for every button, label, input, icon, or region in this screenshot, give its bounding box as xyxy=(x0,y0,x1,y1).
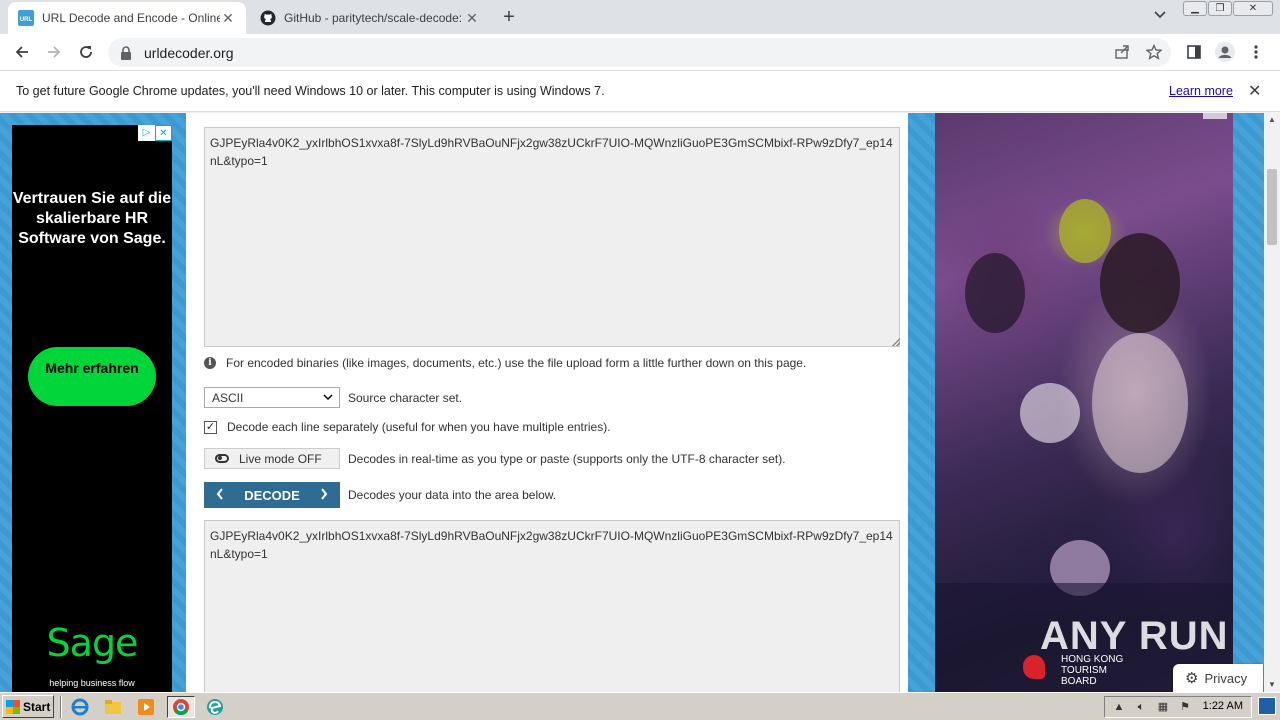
restore-button[interactable]: ❐ xyxy=(1208,1,1232,16)
svg-text:URL: URL xyxy=(20,17,33,23)
tab-github[interactable]: GitHub - paritytech/scale-decode: De ✕ xyxy=(250,2,490,34)
upload-note: i For encoded binaries (like images, doc… xyxy=(204,356,806,370)
input-textarea[interactable]: GJPEyRla4v0K2_yxIrlbhOS1xvxa8f-7SlyLd9hR… xyxy=(204,127,900,347)
live-mode-row: Live mode OFF Decodes in real-time as yo… xyxy=(204,448,786,469)
side-panel-icon[interactable] xyxy=(1184,42,1204,62)
live-mode-description: Decodes in real-time as you type or past… xyxy=(348,451,786,466)
chevron-left-icon xyxy=(216,487,224,503)
urldecoder-favicon: URL xyxy=(18,10,34,26)
profile-avatar-icon[interactable] xyxy=(1215,42,1235,62)
ad-cta-button[interactable]: Mehr erfahren xyxy=(28,347,156,406)
gear-icon: ⚙ xyxy=(1185,670,1199,687)
minimize-button[interactable]: ▁ xyxy=(1183,1,1207,16)
reload-button[interactable] xyxy=(74,40,98,64)
taskbar-separator xyxy=(60,696,62,718)
resize-handle[interactable] xyxy=(892,338,900,346)
learn-more-link[interactable]: Learn more xyxy=(1169,84,1233,98)
github-icon xyxy=(260,10,276,26)
infobar-message: To get future Google Chrome updates, you… xyxy=(16,84,605,98)
live-mode-button[interactable]: Live mode OFF xyxy=(204,448,340,469)
live-mode-label: Live mode OFF xyxy=(239,451,322,466)
decode-button[interactable]: DECODE xyxy=(204,482,340,508)
system-tray: ▲ 🔈︎ ▦ ⚑ 1:22 AM xyxy=(1104,696,1252,718)
menu-kebab-icon[interactable] xyxy=(1246,42,1266,62)
infobar-close-icon[interactable]: ✕ xyxy=(1248,81,1261,101)
clock[interactable]: 1:22 AM xyxy=(1203,700,1243,712)
toggle-icon xyxy=(215,454,229,463)
volume-icon[interactable]: 🔈︎ xyxy=(1133,700,1149,714)
charset-label: Source character set. xyxy=(348,390,463,405)
web-page: ▷ ✕ Vertrauen Sie auf die skalierbare HR… xyxy=(0,113,1264,692)
media-player-icon[interactable] xyxy=(135,696,157,718)
decode-lines-label: Decode each line separately (useful for … xyxy=(227,420,611,434)
lock-icon[interactable] xyxy=(120,45,134,60)
charset-select[interactable]: ASCII xyxy=(204,387,340,408)
ad-headline: Vertrauen Sie auf die skalierbare HR Sof… xyxy=(12,190,172,247)
internet-explorer-icon[interactable] xyxy=(69,696,91,718)
sage-ad[interactable]: ▷ ✕ Vertrauen Sie auf die skalierbare HR… xyxy=(12,125,172,692)
tab-urldecoder[interactable]: URL URL Decode and Encode - Online ✕ xyxy=(8,2,246,34)
decode-lines-checkbox[interactable]: ✓ xyxy=(204,420,217,434)
windows-taskbar: Start ▲ 🔈︎ ▦ ⚑ 1:22 AM xyxy=(0,692,1280,720)
decode-lines-row: ✓ Decode each line separately (useful fo… xyxy=(204,420,611,434)
privacy-label: Privacy xyxy=(1204,670,1248,686)
show-hidden-icons-icon[interactable]: ▲ xyxy=(1111,700,1127,714)
upload-note-text: For encoded binaries (like images, docum… xyxy=(226,356,807,370)
tab-strip: URL URL Decode and Encode - Online ✕ Git… xyxy=(0,0,1280,34)
chevron-right-icon xyxy=(320,487,328,503)
charset-row: ASCII Source character set. xyxy=(204,387,462,408)
anyrun-watermark: ANY RUN xyxy=(1040,614,1229,658)
share-icon[interactable] xyxy=(1112,42,1132,62)
scroll-down-icon[interactable]: ▼ xyxy=(1264,678,1280,692)
adchoices-badge[interactable]: ▷ ✕ xyxy=(138,125,172,141)
decoder-panel: GJPEyRla4v0K2_yxIrlbhOS1xvxa8f-7SlyLd9hR… xyxy=(186,113,908,692)
chevron-down-icon xyxy=(323,393,339,403)
privacy-button[interactable]: ⚙ Privacy xyxy=(1173,664,1263,692)
scroll-thumb[interactable] xyxy=(1267,169,1277,245)
close-window-button[interactable]: ✕ xyxy=(1233,1,1273,16)
action-center-flag-icon[interactable]: ⚑ xyxy=(1177,700,1193,714)
hong-kong-tourism-ad[interactable]: HONG KONG TOURISM BOARD xyxy=(935,113,1233,692)
output-textarea[interactable]: GJPEyRla4v0K2_yxIrlbhOS1xvxa8f-7SlyLd9hR… xyxy=(204,520,900,692)
tab-title: GitHub - paritytech/scale-decode: De xyxy=(284,11,464,25)
party-scene-image xyxy=(935,199,1233,692)
url-text: urldecoder.org xyxy=(144,44,234,61)
adchoices-icon[interactable]: ▷ xyxy=(138,125,155,141)
tab-search-icon[interactable] xyxy=(1153,9,1167,23)
browser-toolbar: urldecoder.org xyxy=(0,34,1280,71)
network-icon[interactable]: ▦ xyxy=(1155,700,1171,714)
ad-tagline: helping business flow xyxy=(49,678,135,688)
chrome-icon[interactable] xyxy=(167,696,195,718)
decode-label: DECODE xyxy=(244,487,300,503)
show-desktop-icon[interactable] xyxy=(1258,697,1276,715)
close-tab-icon[interactable]: ✕ xyxy=(464,10,480,26)
forward-button[interactable] xyxy=(42,40,66,64)
back-button[interactable] xyxy=(10,40,34,64)
file-explorer-icon[interactable] xyxy=(102,696,124,718)
decode-description: Decodes your data into the area below. xyxy=(348,488,557,502)
close-tab-icon[interactable]: ✕ xyxy=(220,10,236,26)
ad-close-icon[interactable]: ✕ xyxy=(155,125,172,141)
page-scrollbar[interactable]: ▲ ▼ xyxy=(1264,113,1280,692)
windows-flag-icon xyxy=(6,699,20,714)
start-label: Start xyxy=(23,699,51,714)
sage-logo: Sage xyxy=(46,621,139,665)
update-infobar: To get future Google Chrome updates, you… xyxy=(0,71,1280,112)
info-icon: i xyxy=(204,357,216,369)
tab-title: URL Decode and Encode - Online xyxy=(42,11,220,25)
decode-row: DECODE Decodes your data into the area b… xyxy=(204,482,556,508)
address-bar[interactable]: urldecoder.org xyxy=(108,38,1171,67)
start-button[interactable]: Start xyxy=(2,695,54,718)
charset-value: ASCII xyxy=(212,390,244,405)
bookmark-star-icon[interactable] xyxy=(1144,42,1164,62)
scroll-up-icon[interactable]: ▲ xyxy=(1264,113,1280,127)
edge-icon[interactable] xyxy=(204,696,226,718)
new-tab-button[interactable]: + xyxy=(498,6,520,28)
